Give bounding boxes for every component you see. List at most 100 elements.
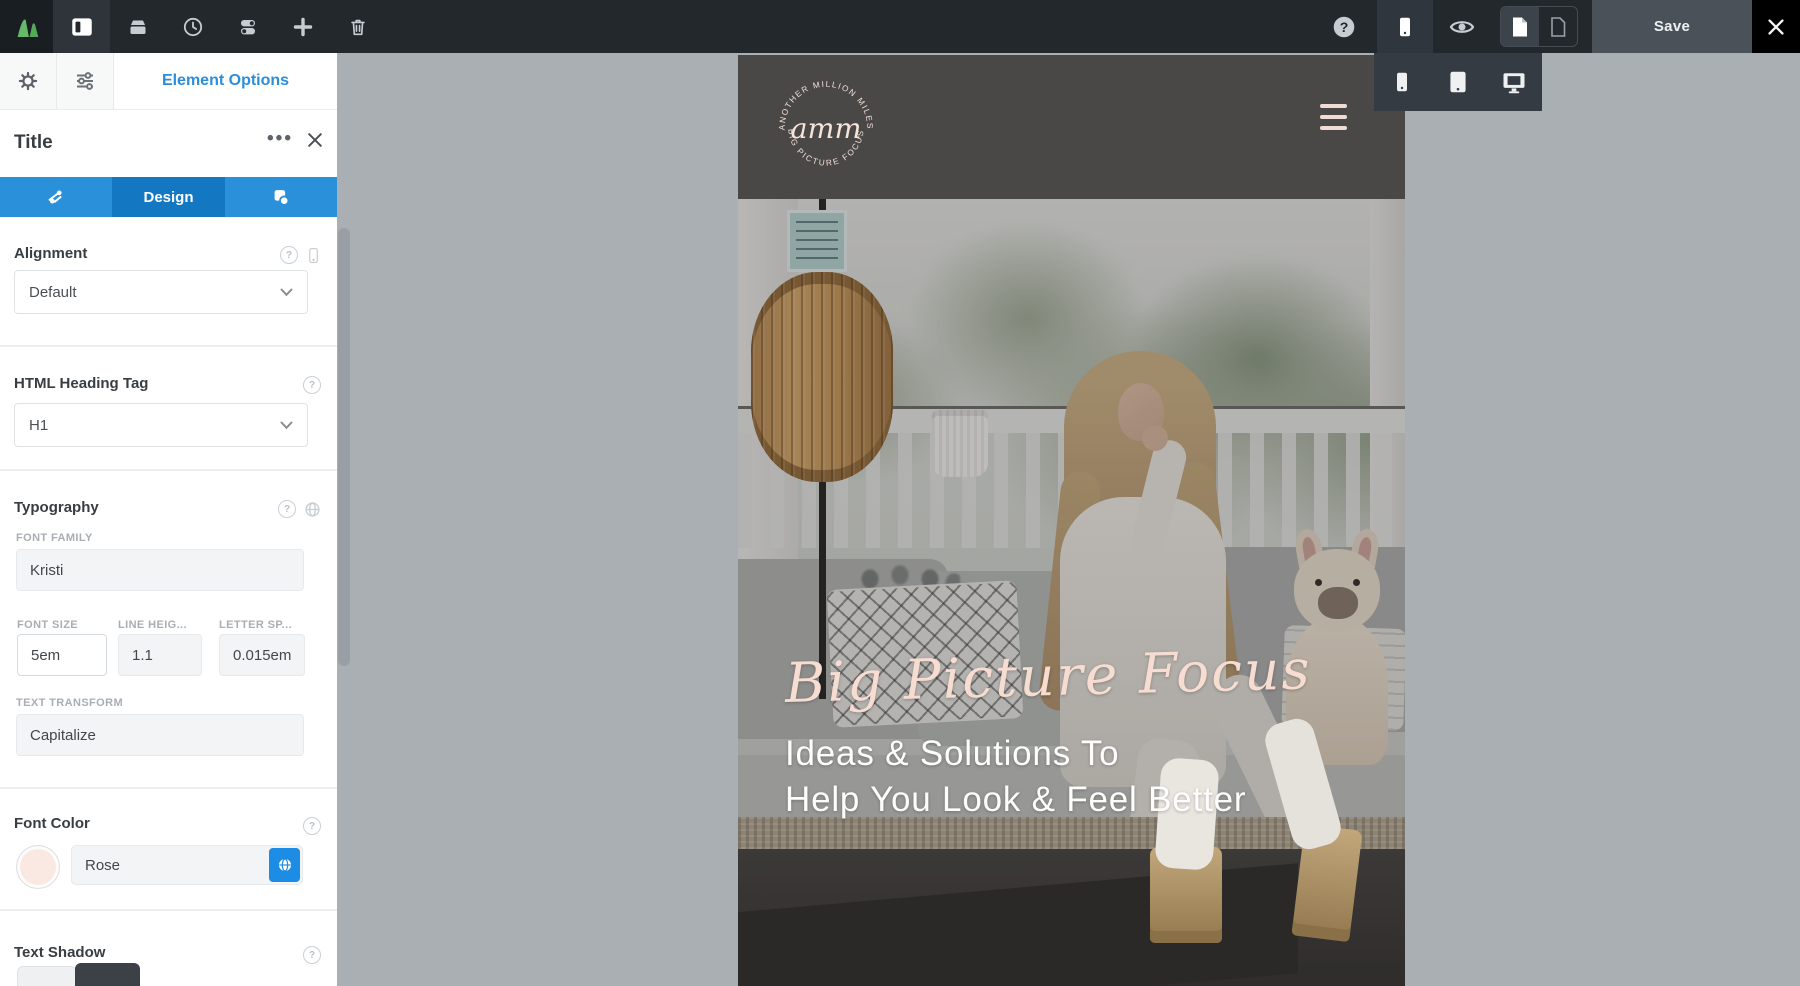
new-page-button[interactable]: [1539, 7, 1577, 46]
hero-subtitle-line1: Ideas & Solutions To: [785, 731, 1312, 777]
tab-general[interactable]: [0, 177, 112, 217]
font-size-label: FONT SIZE: [17, 619, 78, 631]
page-toggle-group: [1500, 6, 1578, 47]
builder-logo[interactable]: [0, 0, 53, 53]
add-content-button[interactable]: [275, 0, 330, 53]
panel-close-button[interactable]: [305, 130, 325, 150]
help-icon: ?: [1331, 14, 1357, 40]
global-settings-button[interactable]: [220, 0, 275, 53]
responsive-field-icon: [306, 247, 321, 264]
font-size-input[interactable]: 5em: [17, 634, 107, 676]
heading-tag-help-icon[interactable]: ?: [303, 376, 321, 394]
page-outline-icon: [1548, 16, 1568, 38]
device-option-smartphone[interactable]: [1374, 53, 1430, 111]
app-window: ?: [0, 0, 1800, 986]
heading-tag-select[interactable]: H1: [14, 403, 308, 447]
eye-icon: [1448, 13, 1476, 41]
panel-scrollbar[interactable]: [338, 228, 350, 666]
page-filled-icon: [1510, 16, 1530, 38]
section-divider: [0, 469, 337, 471]
hero-section: Big Picture Focus Ideas & Solutions To H…: [738, 199, 1405, 986]
site-preview: · ANOTHER MILLION MILES · BIG PICTURE FO…: [738, 55, 1405, 986]
panel-header-row: Element Options: [0, 53, 337, 110]
site-logo[interactable]: · ANOTHER MILLION MILES · BIG PICTURE FO…: [771, 73, 881, 183]
templates-icon: [126, 15, 150, 39]
trash-icon: [347, 16, 369, 38]
current-page-button[interactable]: [1501, 7, 1539, 46]
templates-button[interactable]: [110, 0, 165, 53]
globe-icon: [277, 857, 293, 873]
sidebar-toggle-icon: [69, 14, 95, 40]
panel-body: Alignment ? Default HTML Heading Tag ? H: [0, 217, 337, 986]
smartphone-icon: [1390, 70, 1414, 94]
font-color-value: Rose: [85, 857, 120, 874]
alignment-value: Default: [29, 284, 77, 301]
section-divider: [0, 345, 337, 347]
letter-spacing-input[interactable]: 0.015em: [219, 634, 305, 676]
text-shadow-label: Text Shadow: [14, 944, 105, 961]
tab-design[interactable]: Design: [112, 177, 224, 217]
line-height-input[interactable]: 1.1: [118, 634, 202, 676]
plus-icon: [291, 15, 315, 39]
close-builder-button[interactable]: [1752, 0, 1800, 53]
builder-logo-icon: [12, 12, 42, 42]
logo-monogram: amm: [791, 112, 862, 145]
font-family-input[interactable]: Kristi: [16, 549, 304, 591]
site-header: · ANOTHER MILLION MILES · BIG PICTURE FO…: [738, 55, 1405, 199]
history-button[interactable]: [165, 0, 220, 53]
device-option-tablet[interactable]: [1430, 53, 1486, 111]
text-transform-input[interactable]: Capitalize: [16, 714, 304, 756]
hero-title-block: Big Picture Focus Ideas & Solutions To H…: [785, 651, 1312, 823]
typography-help-icon[interactable]: ?: [278, 500, 296, 518]
font-color-field[interactable]: Rose: [71, 845, 303, 885]
help-button[interactable]: ?: [1322, 0, 1366, 53]
save-button[interactable]: Save: [1592, 0, 1752, 53]
device-option-desktop[interactable]: [1486, 53, 1542, 111]
letter-spacing-label: LETTER SP...: [219, 619, 292, 631]
text-shadow-toggle-on[interactable]: [75, 963, 140, 986]
font-color-label: Font Color: [14, 815, 90, 832]
trash-button[interactable]: [330, 0, 385, 53]
font-size-value: 5em: [31, 647, 60, 664]
font-color-global-button[interactable]: [269, 848, 300, 882]
gear-icon: [17, 70, 39, 92]
desktop-icon: [1500, 68, 1528, 96]
font-color-swatch[interactable]: [16, 845, 60, 889]
circular-logo: · ANOTHER MILLION MILES · BIG PICTURE FO…: [771, 73, 881, 183]
alignment-select[interactable]: Default: [14, 270, 308, 314]
hamburger-menu-icon[interactable]: [1320, 104, 1347, 137]
hero-subtitle-line2: Help You Look & Feel Better: [785, 777, 1312, 823]
text-shadow-toggle-off[interactable]: [17, 966, 77, 986]
font-family-value: Kristi: [30, 562, 63, 579]
section-divider: [0, 909, 337, 911]
global-settings-icon: [236, 15, 260, 39]
settings-panel-tab[interactable]: [57, 53, 114, 109]
outline-panel-tab[interactable]: [0, 53, 57, 109]
panel-title: Title: [14, 132, 53, 154]
responsive-preview-button[interactable]: [1377, 0, 1433, 53]
font-color-help-icon[interactable]: ?: [303, 817, 321, 835]
panel-header-title: Element Options: [114, 53, 337, 109]
heading-tag-label: HTML Heading Tag: [14, 375, 148, 392]
line-height-value: 1.1: [132, 647, 153, 664]
typography-label: Typography: [14, 499, 99, 516]
text-shadow-help-icon[interactable]: ?: [303, 946, 321, 964]
top-toolbar: ?: [0, 0, 1800, 53]
hero-subtitle[interactable]: Ideas & Solutions To Help You Look & Fee…: [785, 731, 1312, 823]
sidebar-toggle-button[interactable]: [53, 0, 110, 53]
element-options-panel: Title ••• Design: [0, 110, 337, 986]
alignment-help-icon[interactable]: ?: [280, 246, 298, 264]
tablet-icon: [1445, 69, 1471, 95]
line-height-label: LINE HEIG...: [118, 619, 187, 631]
section-divider: [0, 787, 337, 789]
close-icon: [305, 130, 325, 150]
tab-advanced[interactable]: [225, 177, 337, 217]
letter-spacing-value: 0.015em: [233, 647, 291, 664]
shapes-icon: [270, 186, 292, 208]
hero-script-title[interactable]: Big Picture Focus: [784, 637, 1312, 715]
panel-more-menu[interactable]: •••: [267, 128, 293, 150]
text-transform-value: Capitalize: [30, 727, 96, 744]
preview-button[interactable]: [1438, 0, 1486, 53]
text-transform-label: TEXT TRANSFORM: [16, 697, 123, 709]
globe-icon[interactable]: [304, 501, 321, 518]
